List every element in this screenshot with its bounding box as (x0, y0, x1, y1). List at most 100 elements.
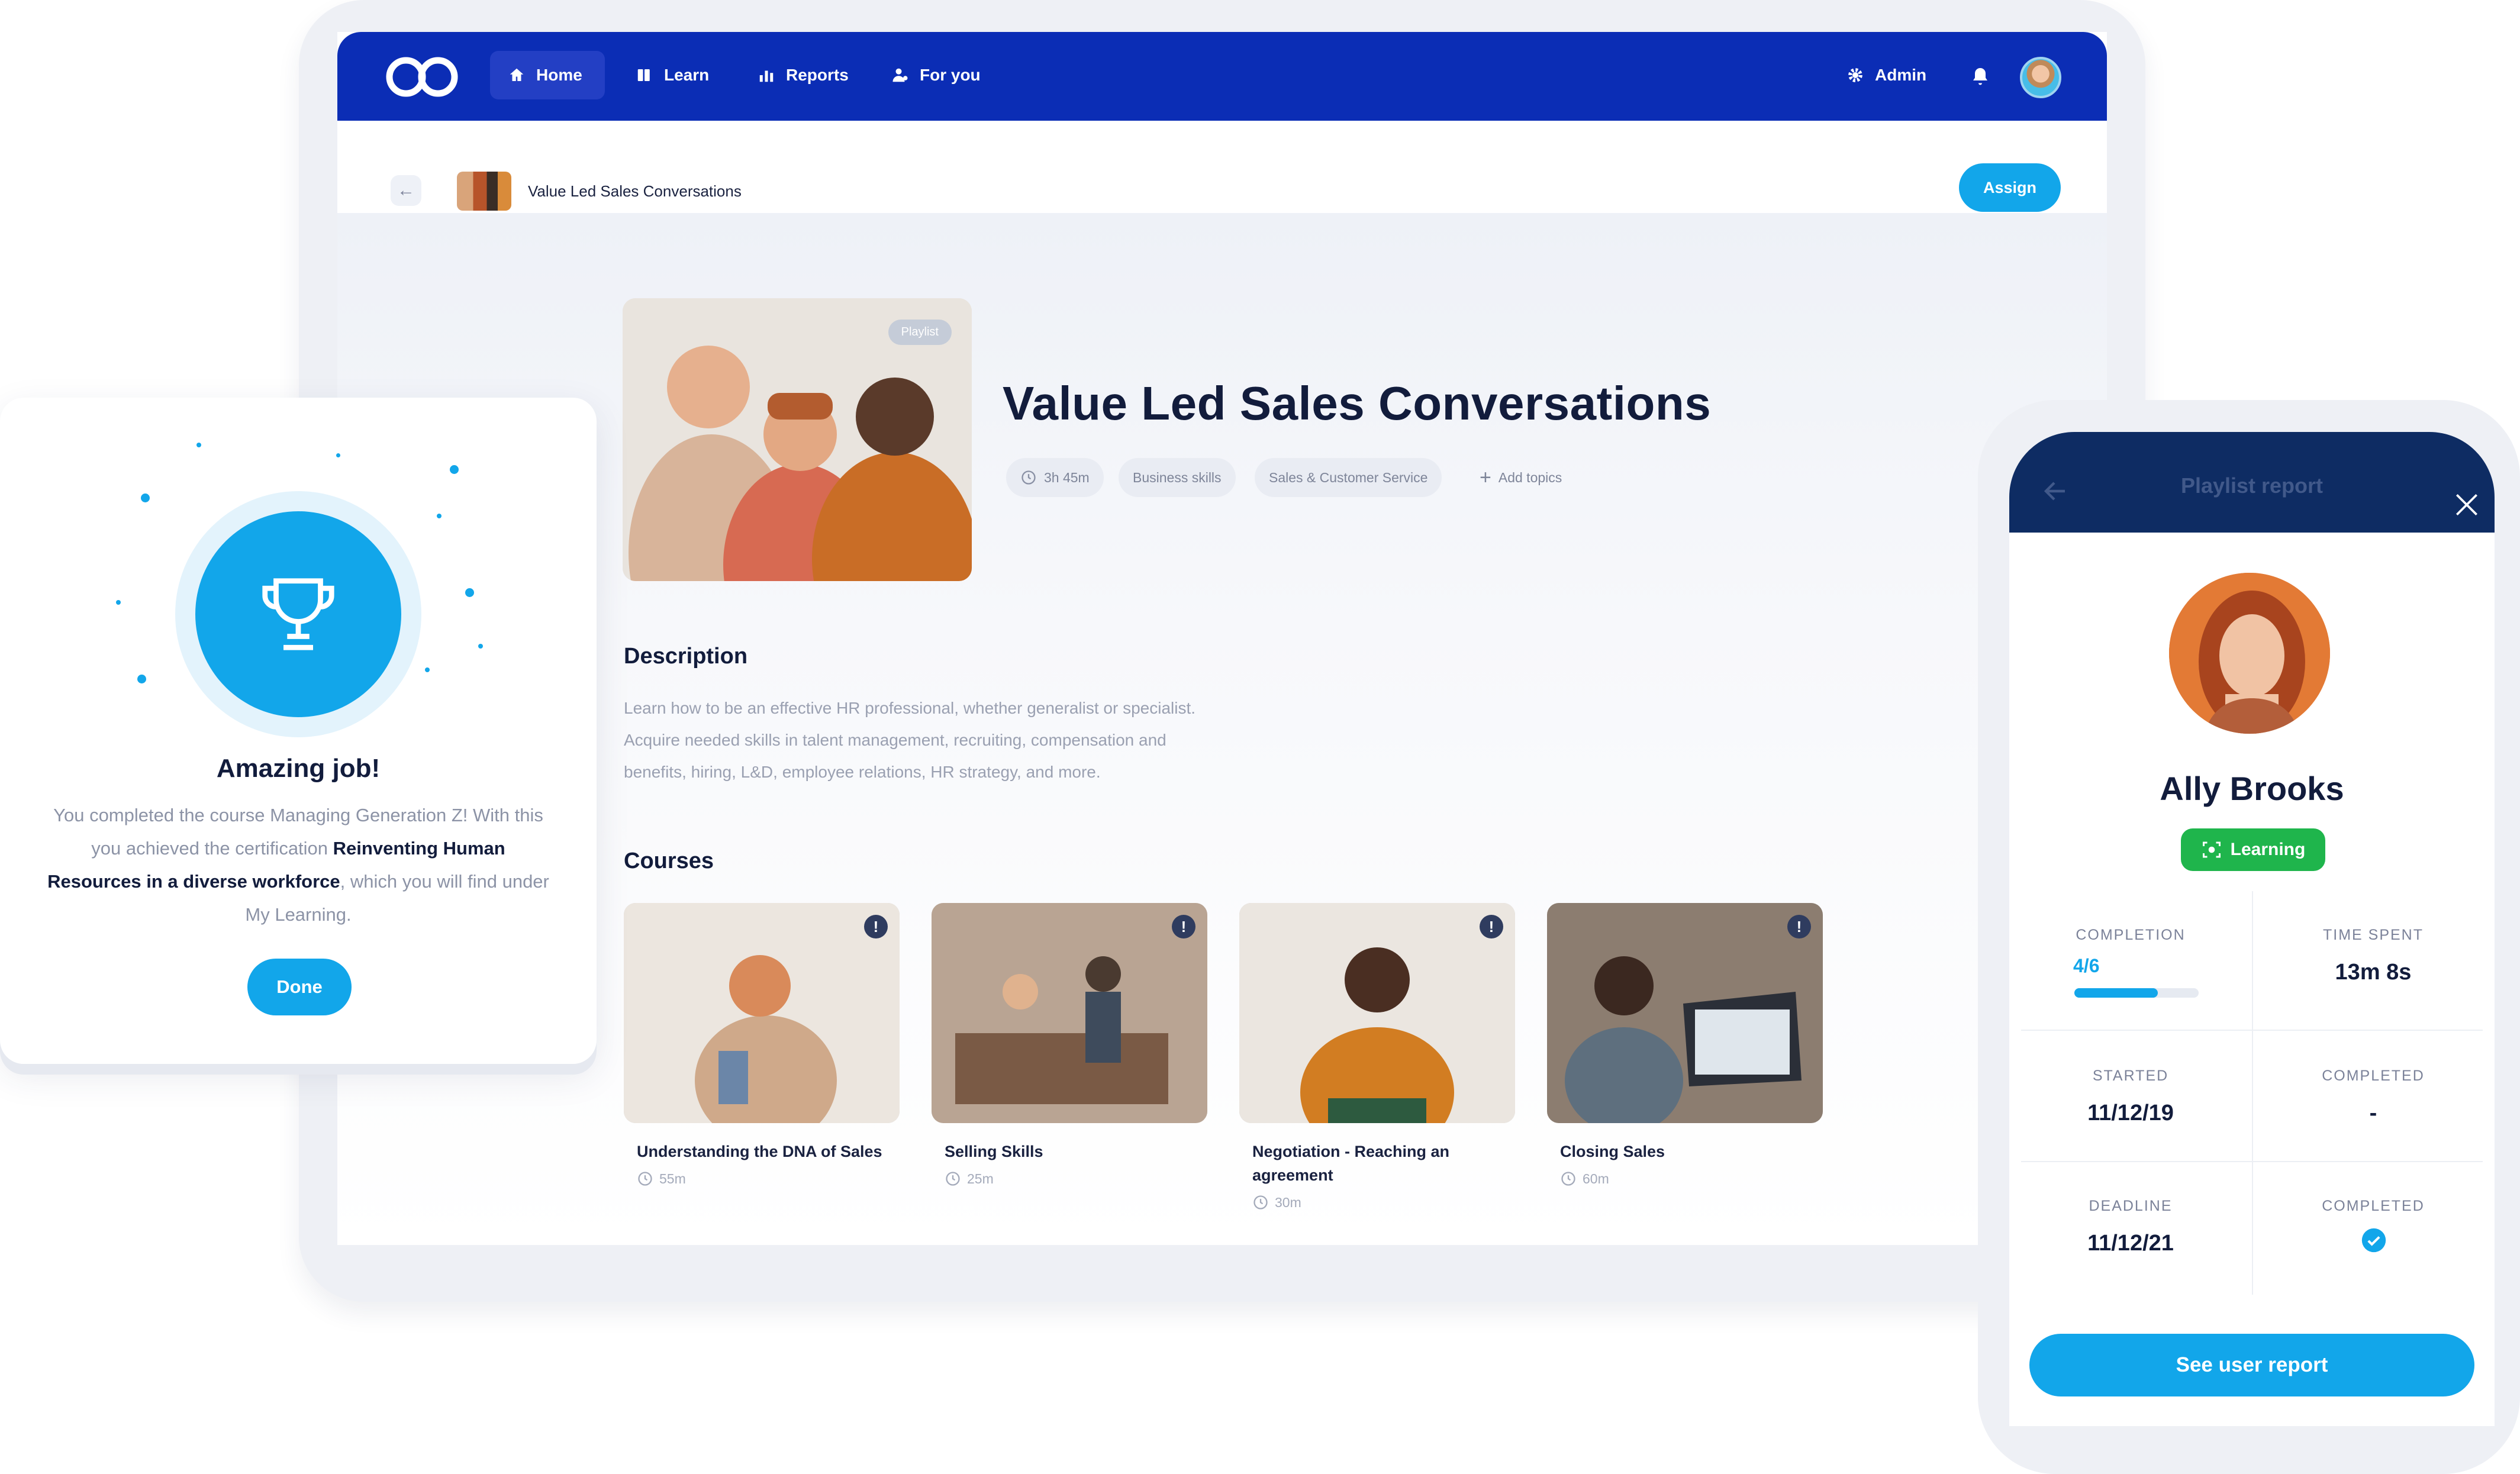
completion-progress (2074, 988, 2199, 998)
course-illustration (624, 903, 900, 1123)
popup-title: Amazing job! (216, 754, 381, 783)
confetti-dot (137, 675, 146, 683)
nav-learn[interactable]: Learn (618, 51, 727, 99)
confetti-dot (141, 494, 150, 502)
confetti-dot (336, 453, 340, 457)
phone-header-title: Playlist report (2180, 473, 2324, 498)
info-icon[interactable]: ! (1787, 915, 1811, 938)
logo-icon[interactable] (385, 54, 459, 99)
nav-home[interactable]: Home (490, 51, 605, 99)
playlist-badge: Playlist (888, 320, 952, 345)
clock-icon (1021, 470, 1036, 485)
course-duration-value: 30m (1275, 1194, 1301, 1210)
course-title: Closing Sales (1560, 1143, 1665, 1160)
course-illustration (1239, 903, 1515, 1123)
assign-button[interactable]: Assign (1959, 163, 2061, 212)
course-duration: 25m (945, 1170, 1207, 1187)
course-illustration (932, 903, 1207, 1123)
add-topics-button[interactable]: + Add topics (1465, 458, 1576, 497)
done-button[interactable]: Done (247, 959, 352, 1015)
person-star-icon (892, 68, 908, 82)
tag-chip[interactable]: Sales & Customer Service (1255, 458, 1442, 497)
top-navbar: Home Learn Reports For you Admin (337, 32, 2107, 121)
description-heading: Description (624, 644, 748, 669)
description-line: Learn how to be an effective HR professi… (624, 699, 1196, 717)
course-card[interactable]: ! Negotiation - Reaching an agreement 30… (1239, 903, 1515, 1211)
course-duration: 30m (1252, 1194, 1515, 1211)
description-line: benefits, hiring, L&D, employee relation… (624, 763, 1101, 781)
tag-label: Business skills (1133, 469, 1222, 485)
course-duration: 55m (637, 1170, 900, 1187)
see-user-report-button[interactable]: See user report (2029, 1334, 2474, 1396)
status-label: Learning (2230, 840, 2306, 859)
confetti-dot (116, 600, 121, 605)
course-thumbnail: ! (624, 903, 900, 1123)
deadline-label: DEADLINE (2089, 1198, 2173, 1214)
time-spent-label: TIME SPENT (2322, 927, 2424, 943)
trophy-badge (195, 511, 401, 717)
course-duration-value: 55m (659, 1170, 686, 1186)
bell-icon[interactable] (1970, 66, 1991, 88)
phone-screen: Playlist report Ally Brooks Learning COM… (2009, 432, 2495, 1426)
clock-icon (638, 1172, 652, 1186)
confetti-dot (437, 514, 442, 518)
info-icon[interactable]: ! (1480, 915, 1503, 938)
course-card[interactable]: ! Closing Sales 60m (1547, 903, 1823, 1187)
course-title: Understanding the DNA of Sales (637, 1143, 882, 1160)
divider (2021, 1030, 2483, 1031)
course-illustration (1547, 903, 1823, 1123)
add-topics-label: Add topics (1498, 469, 1562, 485)
gear-icon (1848, 68, 1862, 82)
nav-admin[interactable]: Admin (1829, 51, 1944, 99)
status-badge: Learning (2181, 828, 2325, 871)
breadcrumb-title: Value Led Sales Conversations (528, 182, 742, 200)
info-icon[interactable]: ! (1172, 915, 1195, 938)
user-avatar[interactable] (2020, 57, 2061, 98)
started-value: 11/12/19 (2087, 1101, 2174, 1125)
clock-icon (946, 1172, 960, 1186)
course-card[interactable]: ! Understanding the DNA of Sales 55m (624, 903, 900, 1187)
info-icon[interactable]: ! (864, 915, 888, 938)
learn-icon (637, 69, 650, 81)
course-title: Negotiation - Reaching an agreement (1252, 1143, 1450, 1184)
profile-photo (2169, 573, 2330, 734)
nav-reports[interactable]: Reports (740, 51, 866, 99)
nav-for-you-label: For you (920, 66, 981, 84)
courses-heading: Courses (624, 849, 714, 873)
nav-home-label: Home (536, 66, 582, 84)
completion-value: 4/6 (2073, 955, 2100, 976)
completed-label: COMPLETED (2322, 1198, 2425, 1214)
course-thumbnail: ! (1239, 903, 1515, 1123)
course-card[interactable]: ! Selling Skills 25m (932, 903, 1207, 1187)
course-title: Selling Skills (945, 1143, 1043, 1160)
course-thumbnail: ! (1547, 903, 1823, 1123)
home-icon (510, 68, 524, 81)
completion-label: COMPLETION (2076, 927, 2186, 943)
completion-progress-fill (2074, 988, 2158, 998)
confetti-dot (450, 465, 459, 474)
arrow-left-icon: ← (397, 180, 415, 200)
tag-chip[interactable]: Business skills (1119, 458, 1236, 497)
started-label: STARTED (2092, 1067, 2169, 1084)
back-button[interactable]: ← (391, 175, 421, 206)
completed-label: COMPLETED (2322, 1067, 2425, 1084)
playlist-cover-image: Playlist (623, 298, 972, 581)
trophy-icon (262, 578, 334, 650)
nav-reports-label: Reports (786, 66, 849, 84)
close-icon[interactable] (2452, 490, 2482, 520)
time-spent-value: 13m 8s (2335, 960, 2412, 985)
nav-for-you[interactable]: For you (874, 51, 998, 99)
course-thumbnail: ! (932, 903, 1207, 1123)
course-duration-value: 60m (1583, 1170, 1609, 1186)
achievement-popup: Amazing job! You completed the course Ma… (0, 398, 597, 1064)
learning-icon (2202, 841, 2221, 858)
popup-message: You completed the course Managing Genera… (47, 799, 549, 931)
bar-chart-icon (759, 70, 774, 82)
description-text: Learn how to be an effective HR professi… (624, 692, 1369, 788)
course-duration-value: 25m (967, 1170, 994, 1186)
tablet-screen: Home Learn Reports For you Admin ← Value… (337, 32, 2107, 1245)
course-duration: 60m (1560, 1170, 1823, 1187)
description-line: Acquire needed skills in talent manageme… (624, 731, 1166, 749)
breadcrumb: ← Value Led Sales Conversations Assign (337, 121, 2107, 213)
clock-icon (1561, 1172, 1575, 1186)
